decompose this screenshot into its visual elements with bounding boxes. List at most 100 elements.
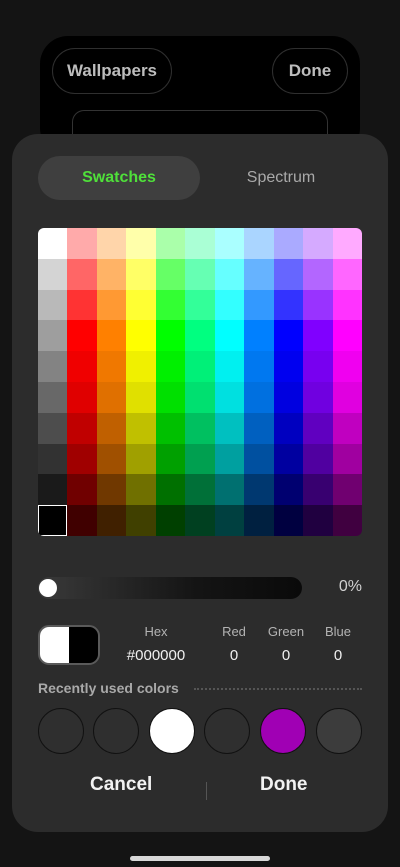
swatch-cell[interactable] — [96, 228, 127, 259]
swatch-cell[interactable] — [244, 228, 274, 259]
swatch-cell[interactable] — [67, 258, 97, 290]
swatch-cell[interactable] — [185, 443, 215, 475]
swatch-cell[interactable] — [155, 474, 186, 506]
tab-spectrum[interactable]: Spectrum — [200, 156, 362, 200]
swatch-cell[interactable] — [332, 412, 362, 444]
swatch-cell[interactable] — [303, 443, 333, 475]
swatch-cell[interactable] — [214, 412, 245, 444]
swatch-cell[interactable] — [38, 228, 68, 259]
swatch-cell[interactable] — [244, 289, 274, 321]
background-done-button[interactable]: Done — [272, 48, 348, 94]
swatch-cell[interactable] — [273, 381, 304, 413]
swatch-cell[interactable] — [273, 320, 304, 352]
swatch-cell[interactable] — [185, 289, 215, 321]
swatch-cell[interactable] — [38, 258, 68, 290]
swatch-cell[interactable] — [96, 258, 127, 290]
swatch-cell[interactable] — [38, 381, 68, 413]
swatch-cell[interactable] — [96, 381, 127, 413]
red-value[interactable]: 0 — [214, 647, 254, 664]
swatch-cell[interactable] — [126, 289, 156, 321]
swatch-cell[interactable] — [214, 381, 245, 413]
swatch-cell[interactable] — [38, 474, 68, 506]
swatch-cell[interactable] — [38, 412, 68, 444]
swatch-cell[interactable] — [67, 381, 97, 413]
swatch-cell[interactable] — [185, 320, 215, 352]
swatch-cell[interactable] — [332, 320, 362, 352]
swatch-cell[interactable] — [155, 412, 186, 444]
swatch-cell[interactable] — [126, 228, 156, 259]
swatch-cell[interactable] — [96, 443, 127, 475]
swatch-cell[interactable] — [332, 289, 362, 321]
swatch-cell[interactable] — [155, 381, 186, 413]
swatch-cell[interactable] — [126, 505, 156, 536]
red-field[interactable]: Red 0 — [214, 624, 254, 664]
swatch-cell[interactable] — [332, 228, 362, 259]
swatch-cell[interactable] — [67, 320, 97, 352]
swatch-cell[interactable] — [303, 474, 333, 506]
swatch-cell[interactable] — [273, 289, 304, 321]
swatch-cell[interactable] — [332, 381, 362, 413]
swatch-cell[interactable] — [126, 443, 156, 475]
swatch-cell[interactable] — [303, 412, 333, 444]
blue-field[interactable]: Blue 0 — [318, 624, 358, 664]
swatch-cell[interactable] — [155, 289, 186, 321]
swatch-cell[interactable] — [126, 320, 156, 352]
recent-color-swatch[interactable] — [316, 708, 362, 754]
swatch-cell[interactable] — [303, 289, 333, 321]
swatch-cell[interactable] — [155, 351, 186, 382]
swatch-cell[interactable] — [67, 289, 97, 321]
swatch-cell[interactable] — [38, 443, 68, 475]
swatch-cell[interactable] — [96, 289, 127, 321]
swatch-cell[interactable] — [126, 412, 156, 444]
swatch-cell[interactable] — [67, 351, 97, 382]
swatch-cell[interactable] — [244, 258, 274, 290]
swatch-cell[interactable] — [38, 289, 68, 321]
cancel-button[interactable]: Cancel — [90, 774, 152, 796]
swatch-cell[interactable] — [155, 228, 186, 259]
swatch-cell[interactable] — [303, 351, 333, 382]
swatch-cell[interactable] — [214, 228, 245, 259]
swatch-cell[interactable] — [303, 320, 333, 352]
swatch-cell[interactable] — [155, 505, 186, 536]
swatch-cell[interactable] — [214, 351, 245, 382]
swatch-cell[interactable] — [185, 228, 215, 259]
swatch-cell[interactable] — [273, 351, 304, 382]
swatch-cell[interactable] — [273, 228, 304, 259]
blue-value[interactable]: 0 — [318, 647, 358, 664]
swatch-cell[interactable] — [155, 320, 186, 352]
swatch-cell[interactable] — [126, 474, 156, 506]
tab-swatches[interactable]: Swatches — [38, 156, 200, 200]
swatch-cell[interactable] — [214, 258, 245, 290]
swatch-cell[interactable] — [303, 258, 333, 290]
swatch-cell[interactable] — [126, 258, 156, 290]
opacity-slider-track[interactable] — [38, 577, 302, 599]
swatch-cell[interactable] — [38, 505, 68, 536]
swatch-cell[interactable] — [244, 474, 274, 506]
swatch-cell[interactable] — [273, 258, 304, 290]
wallpapers-button[interactable]: Wallpapers — [52, 48, 172, 94]
hex-value[interactable]: #000000 — [120, 647, 192, 664]
swatch-cell[interactable] — [303, 228, 333, 259]
swatch-cell[interactable] — [67, 228, 97, 259]
swatch-cell[interactable] — [185, 351, 215, 382]
swatch-cell[interactable] — [96, 474, 127, 506]
recent-color-swatch[interactable] — [93, 708, 139, 754]
swatch-cell[interactable] — [155, 443, 186, 475]
swatch-cell[interactable] — [126, 381, 156, 413]
swatch-cell[interactable] — [303, 505, 333, 536]
recent-color-swatch[interactable] — [38, 708, 84, 754]
swatch-cell[interactable] — [244, 443, 274, 475]
swatch-cell[interactable] — [303, 381, 333, 413]
swatch-cell[interactable] — [214, 289, 245, 321]
swatch-cell[interactable] — [96, 351, 127, 382]
done-button[interactable]: Done — [260, 774, 308, 796]
swatch-cell[interactable] — [67, 505, 97, 536]
swatch-cell[interactable] — [185, 412, 215, 444]
swatch-cell[interactable] — [67, 474, 97, 506]
swatch-cell[interactable] — [214, 320, 245, 352]
swatch-cell[interactable] — [332, 351, 362, 382]
swatch-cell[interactable] — [332, 505, 362, 536]
swatch-cell[interactable] — [126, 351, 156, 382]
recent-color-swatch[interactable] — [149, 708, 195, 754]
swatch-cell[interactable] — [67, 443, 97, 475]
